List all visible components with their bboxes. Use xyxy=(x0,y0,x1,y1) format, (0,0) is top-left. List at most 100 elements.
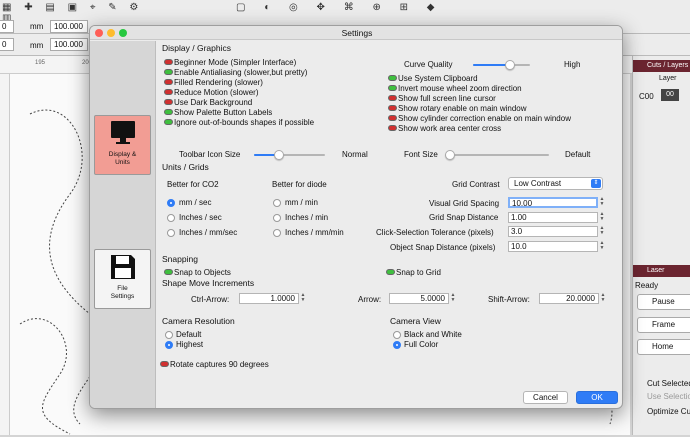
snap-objects-toggle[interactable]: Snap to Objects xyxy=(164,268,231,278)
toggle-switch[interactable] xyxy=(386,268,395,275)
camera-color-radio[interactable] xyxy=(393,341,401,349)
camera-default-radio[interactable] xyxy=(165,331,173,339)
co2-inch-mmsec-radio[interactable] xyxy=(167,229,175,237)
toggle-row[interactable]: Show rotary enable on main window xyxy=(388,104,618,114)
toggle-row[interactable]: Enable Antialiasing (slower,but pretty) xyxy=(164,68,394,78)
width-field[interactable]: 100.000 xyxy=(50,20,88,33)
stepper-icon[interactable]: ▲ ▼ xyxy=(600,293,606,304)
diode-option-label: Inches / min xyxy=(285,213,329,222)
display-left-toggles: Beginner Mode (Simpler Interface) Enable … xyxy=(164,58,394,128)
ok-button[interactable]: OK xyxy=(576,391,618,404)
slider-knob[interactable] xyxy=(505,60,515,70)
camera-color-label: Full Color xyxy=(404,340,439,349)
diode-inch-mmmin-radio[interactable] xyxy=(273,229,281,237)
toggle-switch[interactable] xyxy=(164,58,173,65)
stepper-icon[interactable]: ▲ ▼ xyxy=(300,293,306,304)
slider-knob[interactable] xyxy=(274,150,284,160)
stepper-icon[interactable]: ▲ ▼ xyxy=(599,241,605,252)
layer-row-number[interactable]: 00 xyxy=(661,89,679,101)
toggle-label: Show rotary enable on main window xyxy=(398,104,527,113)
stepper-icon[interactable]: ▲ ▼ xyxy=(599,226,605,237)
toggle-label: Filled Rendering (slower) xyxy=(174,78,263,87)
co2-mm-sec-radio[interactable] xyxy=(167,199,175,207)
toggle-switch[interactable] xyxy=(160,360,169,367)
co2-inch-sec-radio[interactable] xyxy=(167,214,175,222)
toggle-row[interactable]: Filled Rendering (slower) xyxy=(164,78,394,88)
layer-row-name[interactable]: C00 xyxy=(639,92,654,102)
toggle-switch[interactable] xyxy=(388,104,397,111)
x-position-field[interactable]: 0 xyxy=(0,20,14,33)
height-field[interactable]: 100.000 xyxy=(50,38,88,51)
arrow-input[interactable]: 5.0000 xyxy=(389,293,449,304)
grid-snap-label: Grid Snap Distance xyxy=(429,213,499,222)
toggle-label: Snap to Grid xyxy=(396,268,441,277)
toggle-row[interactable]: Use Dark Background xyxy=(164,98,394,108)
toggle-switch[interactable] xyxy=(164,68,173,75)
toolbar-icons[interactable]: ▦ ✚ ▤ ▣ ⌖ ✎ ⚙ ▥ xyxy=(2,2,162,24)
toolbar-icon-size-slider[interactable] xyxy=(254,150,325,160)
toggle-label: Enable Antialiasing (slower,but pretty) xyxy=(174,68,308,77)
toggle-row[interactable]: Show cylinder correction enable on main … xyxy=(388,114,618,124)
diode-mm-min-radio[interactable] xyxy=(273,199,281,207)
stepper-icon[interactable]: ▲ ▼ xyxy=(599,212,605,223)
toggle-row[interactable]: Beginner Mode (Simpler Interface) xyxy=(164,58,394,68)
grid-contrast-select[interactable]: Low Contrast ⇕ xyxy=(508,177,603,190)
co2-option-label: mm / sec xyxy=(179,198,212,207)
toggle-switch[interactable] xyxy=(164,108,173,115)
shift-arrow-input[interactable]: 20.0000 xyxy=(539,293,599,304)
laser-title: Laser xyxy=(633,265,690,277)
nav-label: Display & Units xyxy=(108,151,137,166)
toggle-switch[interactable] xyxy=(164,78,173,85)
slider-knob[interactable] xyxy=(445,150,455,160)
snap-grid-toggle[interactable]: Snap to Grid xyxy=(386,268,441,278)
toggle-row[interactable]: Show work area center cross xyxy=(388,124,618,134)
frame-button[interactable]: Frame xyxy=(637,317,690,333)
toggle-switch[interactable] xyxy=(164,118,173,125)
toggle-row[interactable]: Show full screen line cursor xyxy=(388,94,618,104)
toolbar-icons-right[interactable]: ▢ ◐ ◎ ✥ ⌘ ⊕ ⊞ ◆ xyxy=(236,2,516,16)
curve-quality-slider[interactable] xyxy=(473,60,530,70)
toggle-row[interactable]: Invert mouse wheel zoom direction xyxy=(388,84,618,94)
close-window-icon[interactable] xyxy=(95,29,103,37)
home-button[interactable]: Home xyxy=(637,339,690,355)
y-position-field[interactable]: 0 xyxy=(0,38,14,51)
rotate-captures-toggle[interactable]: Rotate captures 90 degrees xyxy=(160,360,269,370)
optimize-option[interactable]: Optimize Cut xyxy=(647,407,690,417)
visual-grid-input[interactable]: 10.00 xyxy=(508,197,598,208)
camera-view-header: Camera View xyxy=(390,316,441,326)
toggle-row[interactable]: Show Palette Button Labels xyxy=(164,108,394,118)
toggle-row[interactable]: Reduce Motion (slower) xyxy=(164,88,394,98)
curve-quality-label: Curve Quality xyxy=(404,60,453,69)
nav-file-settings[interactable]: File Settings xyxy=(94,249,151,309)
toggle-switch[interactable] xyxy=(164,88,173,95)
zoom-window-icon[interactable] xyxy=(119,29,127,37)
cut-selected-option[interactable]: Cut Selected xyxy=(647,379,690,389)
camera-highest-radio[interactable] xyxy=(165,341,173,349)
minimize-window-icon[interactable] xyxy=(107,29,115,37)
grid-snap-input[interactable]: 1.00 xyxy=(508,212,598,223)
toggle-switch[interactable] xyxy=(388,114,397,121)
font-size-slider[interactable] xyxy=(445,150,549,160)
toggle-switch[interactable] xyxy=(388,124,397,131)
toggle-row[interactable]: Use System Clipboard xyxy=(388,74,618,84)
object-snap-input[interactable]: 10.0 xyxy=(508,241,598,252)
toggle-label: Show Palette Button Labels xyxy=(174,108,273,117)
stepper-icon[interactable]: ▲ ▼ xyxy=(450,293,456,304)
toggle-row[interactable]: Ignore out-of-bounds shapes if possible xyxy=(164,118,394,128)
ctrl-arrow-label: Ctrl-Arrow: xyxy=(191,295,230,304)
diode-inch-min-radio[interactable] xyxy=(273,214,281,222)
toggle-switch[interactable] xyxy=(164,268,173,275)
toggle-switch[interactable] xyxy=(164,98,173,105)
camera-highest-label: Highest xyxy=(176,340,204,349)
toggle-switch[interactable] xyxy=(388,94,397,101)
click-tolerance-input[interactable]: 3.0 xyxy=(508,226,598,237)
camera-bw-radio[interactable] xyxy=(393,331,401,339)
toggle-switch[interactable] xyxy=(388,84,397,91)
nav-display-units[interactable]: Display & Units xyxy=(94,115,151,175)
cancel-button[interactable]: Cancel xyxy=(523,391,568,404)
use-selection-option[interactable]: Use Selection xyxy=(647,392,690,402)
pause-button[interactable]: Pause xyxy=(637,294,690,310)
toggle-switch[interactable] xyxy=(388,74,397,81)
ctrl-arrow-input[interactable]: 1.0000 xyxy=(239,293,299,304)
stepper-icon[interactable]: ▲ ▼ xyxy=(599,197,605,208)
